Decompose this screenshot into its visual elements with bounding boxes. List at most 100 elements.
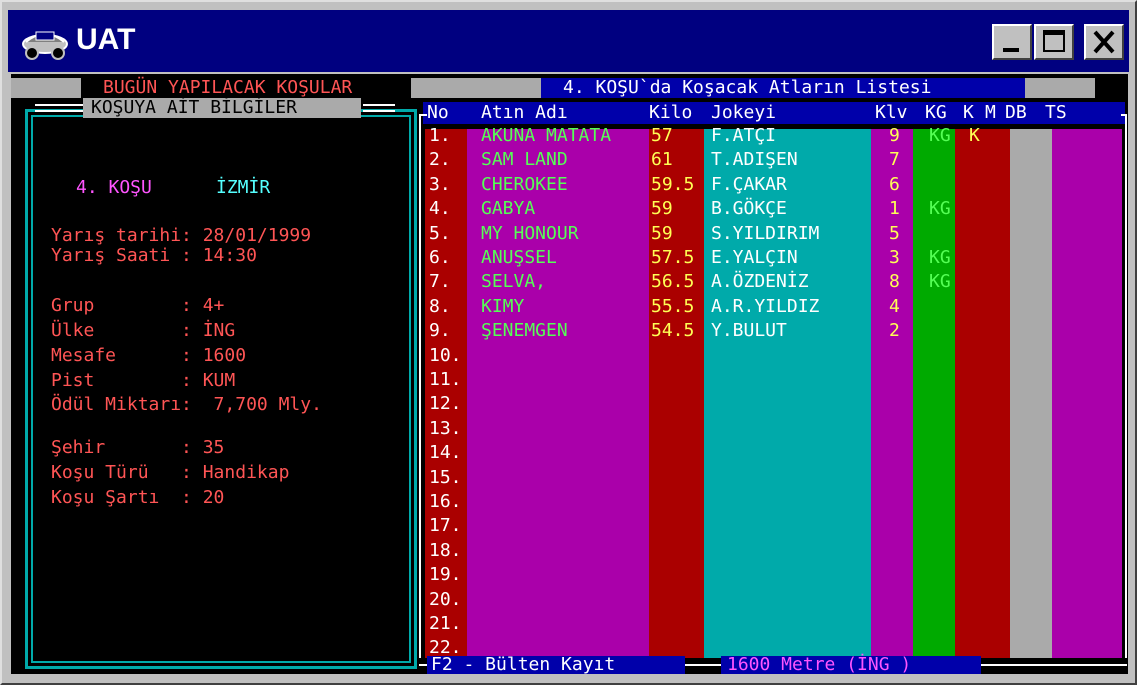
row-no: 7. (429, 271, 451, 292)
minimize-button[interactable] (992, 24, 1032, 60)
row-horse-name: ŞENEMGEN (481, 320, 568, 341)
footer-info: 1600 Metre (İNG ) (727, 654, 912, 675)
row-no: 9. (429, 320, 451, 341)
row-no: 13. (429, 418, 462, 439)
col-header-db: DB (1005, 102, 1027, 123)
col-header-kg: KG (925, 102, 947, 123)
row-klv: 9 (889, 125, 900, 146)
row-kilo: 57 (651, 125, 673, 146)
row-kg: KG (929, 247, 951, 268)
title-bar[interactable]: UAT (8, 10, 1129, 72)
row-klv: 5 (889, 223, 900, 244)
minimize-icon (1003, 48, 1019, 52)
row-horse-name: ANUŞSEL (481, 247, 557, 268)
row-jockey: E.YALÇIN (711, 247, 798, 268)
row-kilo: 57.5 (651, 247, 695, 268)
row-klv: 2 (889, 320, 900, 341)
dos-screen: BUGÜN YAPILACAK KOŞULAR KOŞUYA AİT BİLGİ… (11, 74, 1128, 674)
row-jockey: B.GÖKÇE (711, 198, 787, 219)
row-no: 21. (429, 613, 462, 634)
row-kilo: 61 (651, 149, 673, 170)
row-no: 10. (429, 345, 462, 366)
row-jockey: Y.BULUT (711, 320, 787, 341)
maximize-icon (1043, 30, 1065, 52)
row-no: 1. (429, 125, 451, 146)
row-klv: 7 (889, 149, 900, 170)
row-no: 5. (429, 223, 451, 244)
row-kg: KG (929, 271, 951, 292)
row-jockey: A.R.YILDIZ (711, 296, 820, 317)
box-title-line-left (35, 104, 83, 112)
info-line: Koşu Şartı : 20 (51, 487, 225, 508)
col-header-jockey: Jokeyi (711, 102, 777, 123)
table-frame-left (419, 114, 427, 658)
col-header-name: Atın Adı (481, 102, 568, 123)
row-horse-name: AKUNA MATATA (481, 125, 612, 146)
info-line: Mesafe : 1600 (51, 345, 247, 366)
col-header-klv: Klv (875, 102, 908, 123)
right-header-gray (431, 78, 541, 98)
info-line: Şehir : 35 (51, 437, 225, 458)
row-klv: 6 (889, 174, 900, 195)
row-no: 12. (429, 393, 462, 414)
close-button[interactable] (1084, 24, 1124, 60)
row-jockey: A.ÖZDENİZ (711, 271, 809, 292)
row-kilo: 56.5 (651, 271, 695, 292)
row-kg: KG (929, 198, 951, 219)
row-jockey: F.ÇAKAR (711, 174, 787, 195)
info-line: Pist : KUM (51, 370, 236, 391)
row-jockey: T.ADIŞEN (711, 149, 798, 170)
row-k: K (969, 125, 980, 146)
left-header-gray (11, 78, 81, 98)
row-jockey: F.ATÇI (711, 125, 777, 146)
box-title-line-right (363, 104, 395, 112)
app-window: UAT BUGÜN YAPILACAK KOŞULAR KOŞUYA AİT B… (0, 0, 1137, 685)
race-car-icon (20, 22, 70, 62)
close-icon (1093, 30, 1115, 54)
col-header-k: K (963, 102, 974, 123)
row-no: 18. (429, 540, 462, 561)
row-no: 14. (429, 442, 462, 463)
info-line: Ülke : İNG (51, 320, 236, 341)
col-header-m: M (985, 102, 996, 123)
row-no: 2. (429, 149, 451, 170)
row-horse-name: MY HONOUR (481, 223, 579, 244)
row-klv: 1 (889, 198, 900, 219)
row-no: 6. (429, 247, 451, 268)
row-horse-name: GABYA (481, 198, 536, 219)
race-number: 4. KOŞU (76, 177, 152, 198)
footer-key-label[interactable]: F2 - Bülten Kayıt (431, 655, 615, 675)
divider-gray (411, 78, 431, 98)
maximize-button[interactable] (1034, 24, 1074, 60)
table-frame-right (1121, 114, 1127, 658)
info-line: Yarış tarihi: 28/01/1999 (51, 225, 312, 246)
row-horse-name: KIMY (481, 296, 525, 317)
right-header-gray-end (1025, 78, 1095, 98)
row-kilo: 55.5 (651, 296, 695, 317)
row-klv: 4 (889, 296, 900, 317)
row-no: 4. (429, 198, 451, 219)
row-kilo: 59 (651, 223, 673, 244)
box-title: KOŞUYA AİT BİLGİLER (91, 97, 297, 118)
col-header-kilo: Kilo (649, 102, 693, 123)
info-line: Koşu Türü : Handikap (51, 462, 290, 483)
row-horse-name: SAM LAND (481, 149, 568, 170)
row-klv: 8 (889, 271, 900, 292)
window-title: UAT (76, 23, 136, 56)
row-horse-name: CHEROKEE (481, 174, 568, 195)
row-kg: KG (929, 125, 951, 146)
row-no: 11. (429, 369, 462, 390)
row-no: 16. (429, 491, 462, 512)
col-header-ts: TS (1045, 102, 1067, 123)
row-no: 3. (429, 174, 451, 195)
row-kilo: 59.5 (651, 174, 695, 195)
row-horse-name: SELVA, (481, 271, 547, 292)
race-city: İZMİR (216, 177, 271, 198)
row-kilo: 59 (651, 198, 673, 219)
col-header-no: No (427, 102, 449, 123)
info-line: Yarış Saati : 14:30 (51, 245, 257, 266)
info-line: Grup : 4+ (51, 295, 225, 316)
column-db (1010, 129, 1052, 658)
right-header-title: 4. KOŞU`da Koşacak Atların Listesi (563, 77, 932, 98)
row-no: 19. (429, 564, 462, 585)
